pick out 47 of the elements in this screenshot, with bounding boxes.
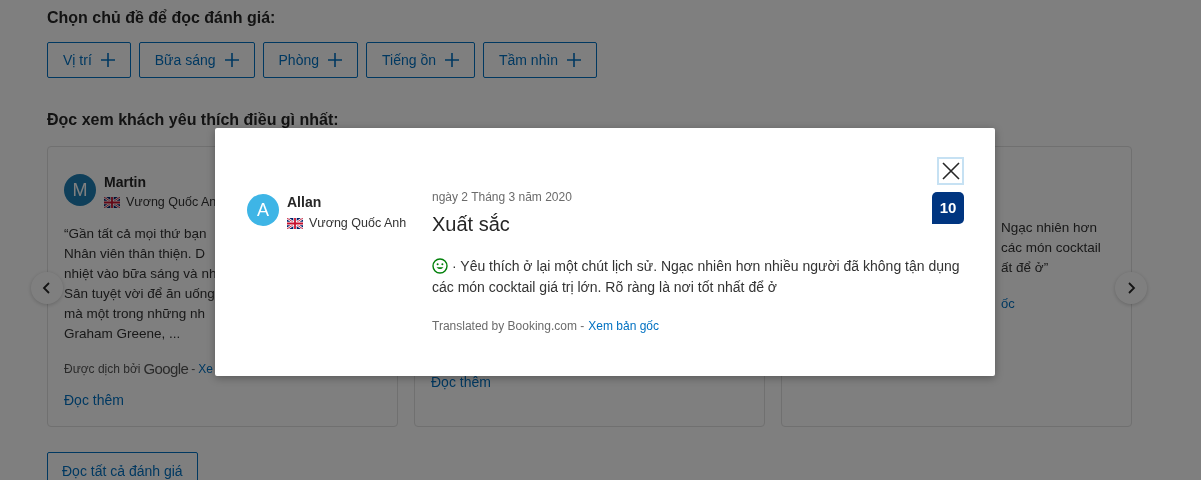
topic-button[interactable]: Tiếng ồn (366, 42, 475, 78)
review-text-line: ất để ở” (1001, 259, 1049, 277)
section-heading: Chọn chủ đề để đọc đánh giá: (47, 8, 277, 28)
plus-icon (327, 52, 343, 68)
review-text-line: Sân tuyệt vời để ăn uống (64, 284, 215, 303)
reviewer-name: Martin (104, 174, 147, 190)
plus-icon (566, 52, 583, 68)
close-button[interactable] (937, 157, 964, 185)
reviewer-name: Allan (287, 194, 323, 210)
original-link[interactable]: Xe (198, 360, 213, 378)
review-date: ngày 2 Tháng 3 năm 2020 (432, 189, 572, 206)
smiley-icon (432, 258, 448, 274)
original-link[interactable]: ốc (1001, 294, 1015, 314)
score-badge: 10 (932, 192, 964, 224)
read-all-button[interactable]: Đọc tất cả đánh giá (47, 452, 198, 480)
review-text-line: Nhân viên thân thiện. D (64, 244, 206, 263)
topic-button[interactable]: Bữa sáng (138, 42, 255, 78)
separator-text: - (191, 361, 196, 378)
close-icon (940, 161, 961, 181)
translated-by-text: Translated by Booking.com - (432, 318, 585, 335)
topic-button[interactable]: Vị trí (47, 42, 131, 78)
read-more-link[interactable]: Đọc thêm (431, 372, 491, 393)
review-title: Xuất sắc (432, 212, 511, 237)
plus-icon (444, 52, 460, 68)
review-text-line: “Gần tất cả mọi thứ bạn (64, 224, 207, 243)
avatar: A (247, 194, 279, 226)
review-text-line: Ngạc nhiên hơn (1001, 219, 1097, 237)
review-text: · Yêu thích ở lại một chút lịch sử. Ngạc nhiên hơn nhiều người đã không tận dụng các món cocktail giá trị lớn. Rõ ràng là nơi tốt nhất để ở (432, 257, 961, 297)
previous-button[interactable] (31, 272, 63, 304)
reviewer-country: Vương Quốc An (126, 194, 217, 211)
next-button[interactable] (1115, 272, 1147, 304)
topic-button[interactable]: Tầm nhìn (483, 42, 598, 78)
reviewer-country: Vương Quốc Anh (309, 215, 407, 232)
flag-icon (287, 217, 303, 229)
read-more-link[interactable]: Đọc thêm (64, 390, 124, 412)
flag-icon (104, 196, 120, 208)
review-text-line: các món cocktail (1001, 239, 1101, 257)
plus-icon (223, 52, 240, 68)
section-heading: Đọc xem khách yêu thích điều gì nhất: (47, 110, 340, 130)
review-text-line: mà một trong những nh (64, 304, 206, 323)
avatar: M (64, 174, 96, 206)
review-text-line: Graham Greene, ... (64, 324, 181, 343)
topic-button[interactable]: Phòng (262, 42, 358, 78)
translated-by-text: Được dịch bởi (64, 361, 141, 378)
plus-icon (99, 52, 116, 68)
original-link[interactable]: Xem bản gốc (588, 317, 659, 335)
translator-logo: Google (143, 358, 189, 379)
